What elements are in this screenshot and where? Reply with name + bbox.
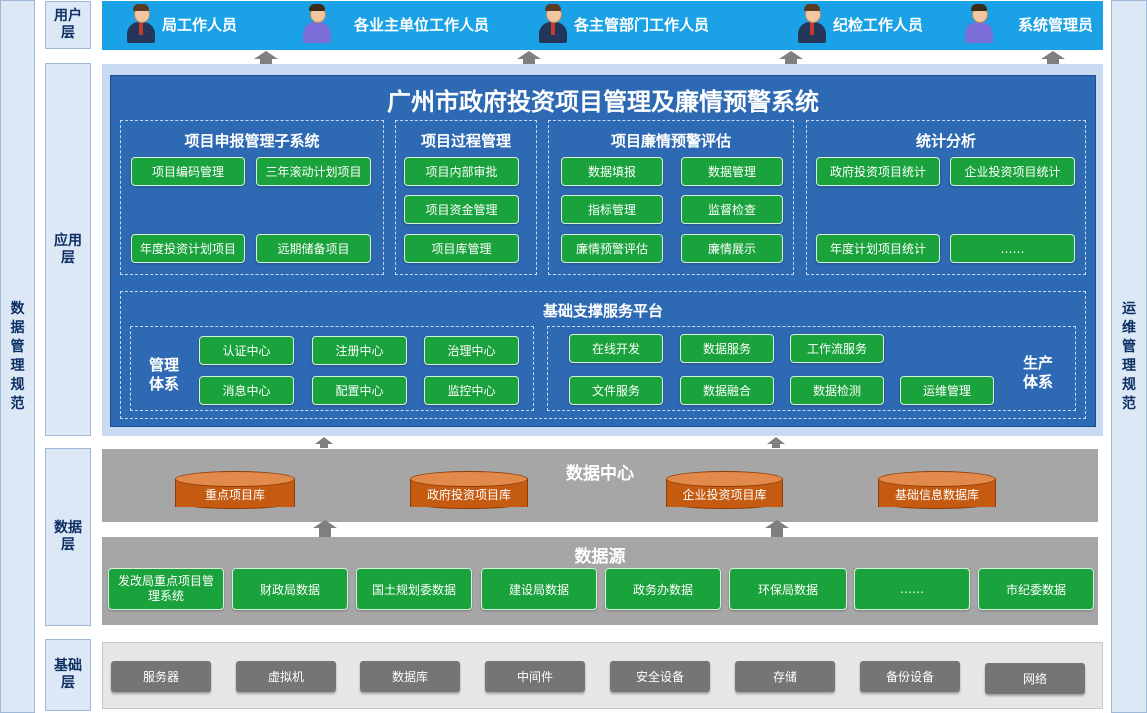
infra-item[interactable]: 中间件 [485,661,585,692]
module-item-button[interactable]: 项目编码管理 [131,157,245,186]
module-item-button[interactable]: 项目资金管理 [404,195,519,224]
businessman-icon [124,4,158,44]
staff-icon [962,4,996,44]
module-item-button[interactable]: 数据填报 [561,157,663,186]
database-icon: 政府投资项目库 [410,471,528,509]
platform-item-button[interactable]: 数据融合 [680,376,774,405]
management-system-label: 管理体系 [148,356,179,393]
layer-label-user: 用户层 [45,1,91,49]
module-item-button[interactable]: …… [950,234,1075,263]
module-item-button[interactable]: 远期储备项目 [256,234,371,263]
user-label: 局工作人员 [162,15,238,34]
database-icon: 企业投资项目库 [666,471,783,509]
database-label: 政府投资项目库 [426,488,511,502]
user-owner-staff: 各业主单位工作人员 [300,4,489,44]
module-item-button[interactable]: 指标管理 [561,195,663,224]
data-source-item[interactable]: 国土规划委数据 [356,568,472,610]
system-title: 广州市政府投资项目管理及廉情预警系统 [387,88,819,116]
arrow-up-icon [1041,51,1065,65]
platform-title: 基础支撑服务平台 [542,302,663,320]
module-item-button[interactable]: 廉情预警评估 [561,234,663,263]
infra-item[interactable]: 存储 [735,661,835,692]
data-source-item[interactable]: …… [854,568,970,610]
data-management-spec-text: 数据管理规范 [10,300,25,412]
user-sysadmin: 系统管理员 [962,4,1093,44]
module-item-button[interactable]: 政府投资项目统计 [816,157,940,186]
platform-item-button[interactable]: 配置中心 [312,376,407,405]
arrow-up-icon [779,51,803,65]
infra-item[interactable]: 安全设备 [610,661,710,692]
platform-item-button[interactable]: 数据服务 [680,334,774,363]
arrow-up-icon [517,51,541,65]
infra-item[interactable]: 服务器 [111,661,211,692]
platform-item-button[interactable]: 监控中心 [424,376,519,405]
module-title: 项目过程管理 [420,132,511,150]
layer-label-infra-text: 基础层 [54,658,82,691]
module-item-button[interactable]: 数据管理 [681,157,783,186]
layer-label-user-text: 用户层 [54,8,82,41]
arrow-up-icon [765,520,789,538]
layer-label-infra: 基础层 [45,639,91,711]
user-label: 纪检工作人员 [833,15,924,34]
module-title: 项目廉情预警评估 [610,132,731,150]
module-item-button[interactable]: 年度计划项目统计 [816,234,940,263]
platform-item-button[interactable]: 数据检测 [790,376,884,405]
module-item-button[interactable]: 年度投资计划项目 [131,234,245,263]
production-system-label: 生产体系 [1022,354,1053,391]
module-item-button[interactable]: 项目库管理 [404,234,519,263]
arrow-up-icon [315,437,333,448]
businessman-icon [795,4,829,44]
arrow-up-icon [767,437,785,448]
module-item-button[interactable]: 企业投资项目统计 [950,157,1075,186]
database-label: 重点项目库 [204,488,265,502]
infra-item[interactable]: 网络 [985,663,1085,694]
user-label: 各主管部门工作人员 [574,15,710,34]
platform-item-button[interactable]: 工作流服务 [790,334,884,363]
data-source-title: 数据源 [574,547,626,567]
data-source-item[interactable]: 市纪委数据 [978,568,1094,610]
arrow-up-icon [313,520,337,538]
module-title: 统计分析 [915,132,976,150]
platform-item-button[interactable]: 运维管理 [900,376,994,405]
platform-item-button[interactable]: 消息中心 [199,376,294,405]
user-discipline-staff: 纪检工作人员 [795,4,923,44]
data-source-item[interactable]: 政务办数据 [605,568,721,610]
database-label: 基础信息数据库 [894,488,979,502]
user-dept-staff: 各主管部门工作人员 [536,4,709,44]
module-item-button[interactable]: 监督检查 [681,195,783,224]
user-bureau-staff: 局工作人员 [124,4,237,44]
platform-item-button[interactable]: 认证中心 [199,336,294,365]
platform-item-button[interactable]: 治理中心 [424,336,519,365]
platform-item-button[interactable]: 文件服务 [569,376,663,405]
data-source-item[interactable]: 财政局数据 [232,568,348,610]
module-item-button[interactable]: 项目内部审批 [404,157,519,186]
staff-icon [300,4,334,44]
module-item-button[interactable]: 廉情展示 [681,234,783,263]
data-source-item[interactable]: 建设局数据 [481,568,597,610]
database-icon: 基础信息数据库 [878,471,996,509]
ops-management-spec: 运维管理规范 [1111,0,1147,713]
layer-label-app-text: 应用层 [54,232,82,266]
database-icon: 重点项目库 [175,471,295,509]
arrow-up-icon [254,51,278,65]
database-label: 企业投资项目库 [682,488,767,502]
user-label: 各业主单位工作人员 [354,15,490,34]
businessman-icon [536,4,570,44]
module-title: 项目申报管理子系统 [184,132,320,150]
user-label: 系统管理员 [1018,15,1094,34]
module-item-button[interactable]: 三年滚动计划项目 [256,157,371,186]
infra-item[interactable]: 备份设备 [860,661,960,692]
infra-item[interactable]: 数据库 [360,661,460,692]
platform-item-button[interactable]: 在线开发 [569,334,663,363]
layer-label-data: 数据层 [45,448,91,626]
data-management-spec: 数据管理规范 [0,0,35,713]
ops-management-spec-text: 运维管理规范 [1122,300,1136,412]
layer-label-data-text: 数据层 [54,520,82,553]
layer-label-app: 应用层 [45,63,91,436]
data-source-item[interactable]: 环保局数据 [729,568,847,610]
infra-item[interactable]: 虚拟机 [236,661,336,692]
platform-item-button[interactable]: 注册中心 [312,336,407,365]
data-source-item[interactable]: 发改局重点项目管理系统 [108,568,224,610]
